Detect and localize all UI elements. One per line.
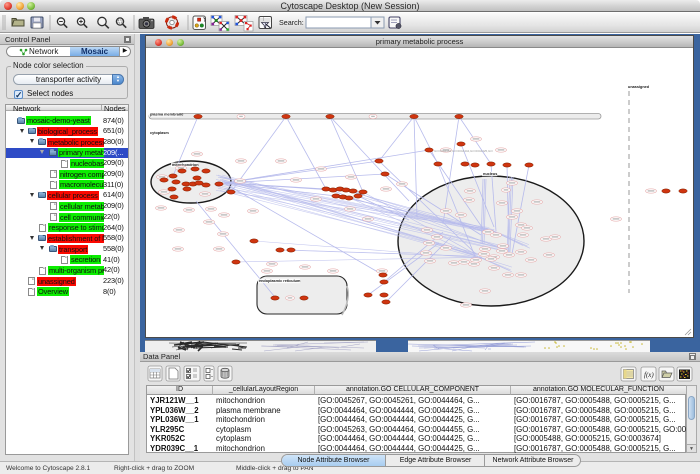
svg-text:f(x): f(x) <box>644 371 654 379</box>
svg-text:endoplasmic reticulum: endoplasmic reticulum <box>259 279 301 283</box>
svg-text:cytoplasm: cytoplasm <box>150 131 169 135</box>
svg-text:unassigned: unassigned <box>628 85 650 89</box>
svg-text:nucleus: nucleus <box>483 172 497 176</box>
svg-text:plasma membrane: plasma membrane <box>150 113 183 117</box>
svg-text:Search:: Search: <box>279 18 304 27</box>
svg-text:GO:0044464,GO:0044444,GO:00444: GO:0044464,GO:0044444,GO:0044425,GO <box>434 149 493 153</box>
